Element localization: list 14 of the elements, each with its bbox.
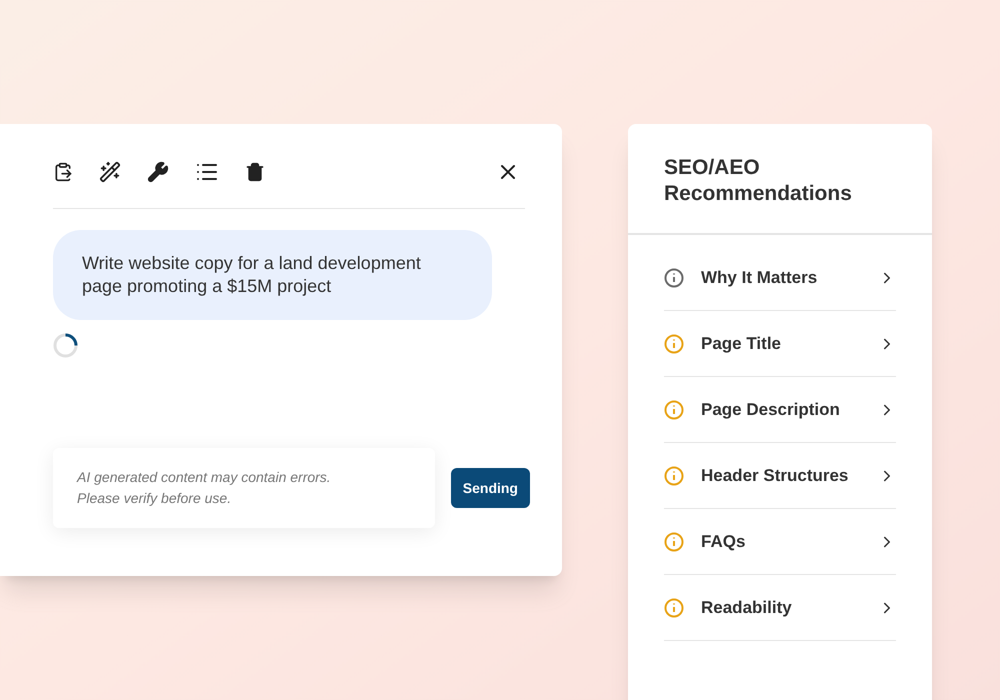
recommendation-item[interactable]: Why It Matters bbox=[664, 245, 896, 311]
panel-title: SEO/AEO Recommendations bbox=[628, 124, 932, 235]
recommendation-item[interactable]: FAQs bbox=[664, 509, 896, 575]
recommendation-item[interactable]: Page Title bbox=[664, 311, 896, 377]
sending-button[interactable]: Sending bbox=[450, 468, 530, 508]
recommendation-item[interactable]: Readability bbox=[664, 575, 896, 641]
recommendation-item[interactable]: Page Description bbox=[664, 377, 896, 443]
message-input[interactable]: AI generated content may contain errors. Please verify before use. bbox=[53, 448, 435, 528]
trash-icon[interactable] bbox=[245, 162, 265, 182]
wrench-icon[interactable] bbox=[147, 161, 169, 183]
recommendation-item[interactable]: Header Structures bbox=[664, 443, 896, 509]
magic-wand-icon[interactable] bbox=[99, 161, 121, 183]
clipboard-icon[interactable] bbox=[53, 162, 73, 182]
message-bubble: Write website copy for a land development page promoting a $15M project bbox=[53, 230, 492, 320]
